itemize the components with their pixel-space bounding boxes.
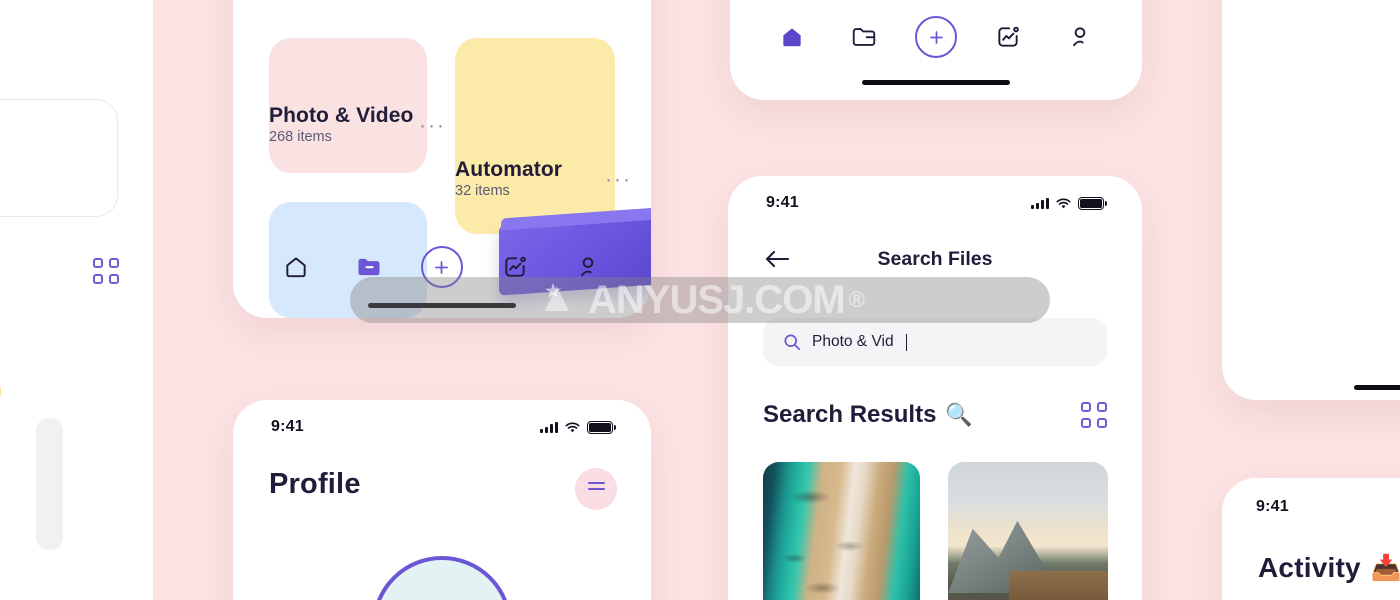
search-nav-title: Search Files [877, 247, 993, 270]
weekly-activity-chart-card: 96 Sat [0, 346, 118, 600]
tab-activity-2[interactable] [986, 15, 1030, 59]
grid-cell-1 [1081, 402, 1091, 412]
tile-subtitle-automator: 32 items [455, 183, 510, 199]
status-icons [1031, 196, 1107, 210]
adjacent-screen-card [1222, 0, 1400, 400]
status-icons [540, 420, 616, 434]
search-nav-header: Search Files [728, 242, 1142, 276]
grid-cell-2 [109, 258, 119, 268]
status-bar-profile: 9:41 [233, 416, 651, 438]
status-bar-search: 9:41 [728, 192, 1142, 214]
tab-profile-2[interactable] [1058, 15, 1102, 59]
watermark-text-wrap: ANYUSJ.COM ® [536, 277, 865, 323]
grid-cell-3 [1081, 418, 1091, 428]
tile-subtitle-photo-video: 268 items [269, 129, 332, 145]
cellular-signal-icon [540, 421, 558, 433]
tile-menu-photo-video[interactable]: ··· [419, 115, 446, 136]
home-screen-card [730, 0, 1142, 100]
tile-menu-automator[interactable]: ··· [605, 169, 632, 190]
avatar[interactable] [372, 556, 512, 600]
search-result-thumb-mountain[interactable] [948, 462, 1108, 600]
bar-sun[interactable] [36, 418, 63, 550]
home-indicator-3 [1354, 385, 1400, 390]
grid-cell-3 [93, 274, 103, 284]
search-input[interactable]: Photo & Vid [763, 318, 1107, 366]
bottom-tab-bar-home [730, 6, 1142, 68]
status-time: 9:41 [1256, 498, 1289, 515]
grid-view-icon[interactable] [93, 258, 119, 284]
search-results-title: Search Results [763, 401, 937, 428]
profile-screen-card: 9:41 Profile [233, 400, 651, 600]
add-button-2[interactable] [915, 16, 957, 58]
activity-page-title: Activity [1258, 552, 1361, 583]
grid-view-toggle-icon[interactable] [1081, 402, 1107, 428]
battery-icon [1078, 196, 1107, 210]
watermark-text: ANYUSJ.COM [588, 277, 846, 322]
grid-cell-4 [1097, 418, 1107, 428]
tab-add-2[interactable] [914, 15, 958, 59]
grid-cell-2 [1097, 402, 1107, 412]
search-result-thumb-beach[interactable] [763, 462, 920, 600]
files-screen-card: 🤏 Photo & Video 268 items ··· Automator … [233, 0, 651, 318]
wifi-icon [565, 422, 580, 432]
watermark-logo-icon [536, 277, 580, 320]
grid-cell-1 [93, 258, 103, 268]
profile-menu-button[interactable] [575, 468, 617, 510]
search-screen-card: 9:41 Search Files Photo & Vid Search Res… [728, 176, 1142, 600]
search-results-title-wrap: Search Results 🔍 [763, 401, 973, 429]
tab-home[interactable] [274, 245, 318, 289]
grid-cell-4 [109, 274, 119, 284]
hamburger-icon [587, 480, 605, 491]
status-bar-activity: 9:41 [1222, 496, 1400, 518]
watermark-overlay: ANYUSJ.COM ® [350, 277, 1050, 323]
status-time: 9:41 [766, 194, 799, 211]
search-results-header: Search Results 🔍 [763, 401, 1107, 429]
activity-page-title-wrap: Activity 📥 [1258, 552, 1400, 584]
tile-automator-thumb[interactable] [455, 38, 615, 234]
tab-files-2[interactable] [842, 15, 886, 59]
bar-chart [0, 390, 118, 550]
avatar-illustration [396, 592, 488, 600]
wifi-icon [1056, 198, 1071, 208]
tile-title-photo-video: Photo & Video [269, 104, 414, 127]
watermark-registered-mark: ® [848, 287, 865, 312]
profile-page-title: Profile [269, 468, 361, 500]
screenshot-stage: ge 1.27 / 6 TB 96 Sat 🤏 Photo & Video 26… [0, 0, 1400, 600]
tab-home-active[interactable] [770, 15, 814, 59]
battery-icon [587, 420, 616, 434]
home-indicator-2 [862, 80, 1010, 85]
magnifier-emoji-icon: 🔍 [945, 402, 973, 427]
activity-screen-card: 9:41 Activity 📥 [1222, 478, 1400, 600]
inbox-tray-emoji-icon: 📥 [1370, 553, 1400, 582]
storage-card: ge 1.27 / 6 TB [0, 99, 118, 217]
status-time: 9:41 [271, 418, 304, 435]
tile-title-automator: Automator [455, 158, 563, 181]
search-input-value: Photo & Vid [812, 333, 894, 350]
text-caret [905, 333, 908, 351]
cellular-signal-icon [1031, 197, 1049, 209]
search-icon [784, 334, 801, 351]
